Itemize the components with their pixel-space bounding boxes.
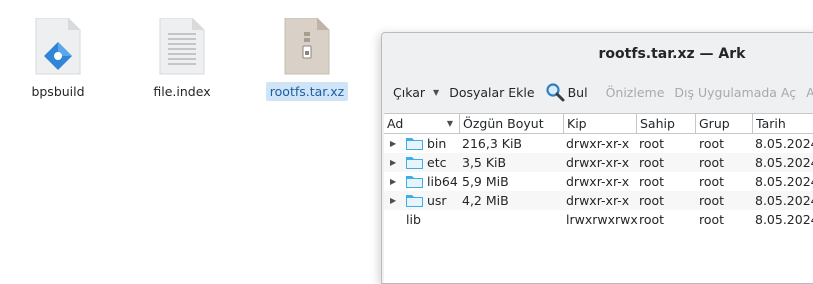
cell-date: 8.05.2024 <box>755 155 813 170</box>
cell-group: root <box>699 193 725 208</box>
column-header-mode[interactable]: Kip <box>564 114 637 133</box>
desktop-icon-bpsbuild[interactable]: bpsbuild <box>10 18 106 108</box>
cell-owner: root <box>639 174 665 189</box>
ark-window: rootfs.tar.xz — Ark Çıkar ▼ Dosyalar Ekl… <box>381 32 813 284</box>
folder-icon <box>406 176 423 188</box>
cell-name: bin <box>427 136 447 151</box>
cell-date: 8.05.2024 <box>755 212 813 227</box>
expand-arrow-icon[interactable]: ▶ <box>390 191 396 210</box>
cell-mode: drwxr-xr-x <box>566 136 630 151</box>
desktop-icon-rootfs[interactable]: rootfs.tar.xz <box>259 18 355 108</box>
sort-down-icon: ▼ <box>446 119 453 128</box>
expand-arrow-icon[interactable]: ▶ <box>390 134 396 153</box>
cell-owner: root <box>639 155 665 170</box>
cell-group: root <box>699 174 725 189</box>
folder-icon <box>406 157 423 169</box>
desktop-icon-label: rootfs.tar.xz <box>259 82 355 101</box>
title-bar[interactable]: rootfs.tar.xz — Ark <box>382 33 813 75</box>
desktop-icon-label: file.index <box>153 84 211 99</box>
add-files-button[interactable]: Dosyalar Ekle <box>449 85 534 100</box>
cell-mode: drwxr-xr-x <box>566 193 630 208</box>
cell-date: 8.05.2024 <box>755 174 813 189</box>
column-header-name[interactable]: Ad ▼ <box>384 114 460 133</box>
preview-button[interactable]: Önizleme <box>606 85 665 100</box>
preview-label: Önizleme <box>605 84 665 100</box>
column-header-size[interactable]: Özgün Boyut <box>460 114 564 133</box>
cell-mode: drwxr-xr-x <box>566 174 630 189</box>
cell-name: usr <box>427 193 447 208</box>
folder-icon <box>406 195 423 207</box>
cell-name: lib <box>406 212 421 227</box>
desktop-icon-label: bpsbuild <box>31 84 85 99</box>
cell-owner: root <box>639 136 665 151</box>
archive-table: Ad ▼ Özgün Boyut Kip Sahip Grup Tarih ▶ … <box>384 113 813 283</box>
cell-size: 4,2 MiB <box>462 193 509 208</box>
table-row[interactable]: ▶ lib64 5,9 MiB drwxr-xr-x root root 8.0… <box>384 172 813 191</box>
find-button[interactable]: Bul <box>545 82 588 102</box>
open-external-label: Dış Uygulamada Aç <box>674 84 797 100</box>
window-title: rootfs.tar.xz — Ark <box>598 46 746 62</box>
folder-icon <box>406 138 423 150</box>
search-icon <box>545 83 565 102</box>
cell-mode: lrwxrwxrwx <box>566 212 638 227</box>
column-header-owner[interactable]: Sahip <box>637 114 696 133</box>
table-row[interactable]: ▶ usr 4,2 MiB drwxr-xr-x root root 8.05.… <box>384 191 813 210</box>
toolbar: Çıkar ▼ Dosyalar Ekle Bul Önizleme Dış U… <box>382 77 813 107</box>
cell-date: 8.05.2024 <box>755 136 813 151</box>
overflow-button[interactable]: Ar <box>806 85 813 100</box>
cell-owner: root <box>639 212 665 227</box>
table-row[interactable]: lib lrwxrwxrwx root root 8.05.2024 <box>384 210 813 229</box>
expand-arrow-icon[interactable]: ▶ <box>390 153 396 172</box>
expand-arrow-icon[interactable]: ▶ <box>390 172 396 191</box>
column-header-date[interactable]: Tarih <box>753 114 813 133</box>
text-file-icon <box>159 18 205 75</box>
cell-name: etc <box>427 155 447 170</box>
extract-button[interactable]: Çıkar ▼ <box>393 85 439 100</box>
cell-size: 216,3 KiB <box>462 136 523 151</box>
overflow-label: Ar <box>806 85 813 100</box>
cell-group: root <box>699 212 725 227</box>
table-row[interactable]: ▶ etc 3,5 KiB drwxr-xr-x root root 8.05.… <box>384 153 813 172</box>
cell-name: lib64 <box>427 174 458 189</box>
open-external-button[interactable]: Dış Uygulamada Aç <box>674 85 796 100</box>
extract-label: Çıkar <box>393 84 426 100</box>
cell-mode: drwxr-xr-x <box>566 155 630 170</box>
find-label: Bul <box>567 84 588 100</box>
cell-date: 8.05.2024 <box>755 193 813 208</box>
table-row[interactable]: ▶ bin 216,3 KiB drwxr-xr-x root root 8.0… <box>384 134 813 153</box>
table-header: Ad ▼ Özgün Boyut Kip Sahip Grup Tarih <box>384 114 813 134</box>
add-files-label: Dosyalar Ekle <box>449 84 535 100</box>
chevron-down-icon[interactable]: ▼ <box>433 88 439 97</box>
archive-file-icon <box>284 18 330 75</box>
application-executable-icon <box>35 18 81 75</box>
cell-owner: root <box>639 193 665 208</box>
cell-group: root <box>699 155 725 170</box>
cell-size: 5,9 MiB <box>462 174 509 189</box>
cell-size: 3,5 KiB <box>462 155 507 170</box>
desktop-icon-file-index[interactable]: file.index <box>134 18 230 108</box>
column-header-group[interactable]: Grup <box>696 114 753 133</box>
cell-group: root <box>699 136 725 151</box>
